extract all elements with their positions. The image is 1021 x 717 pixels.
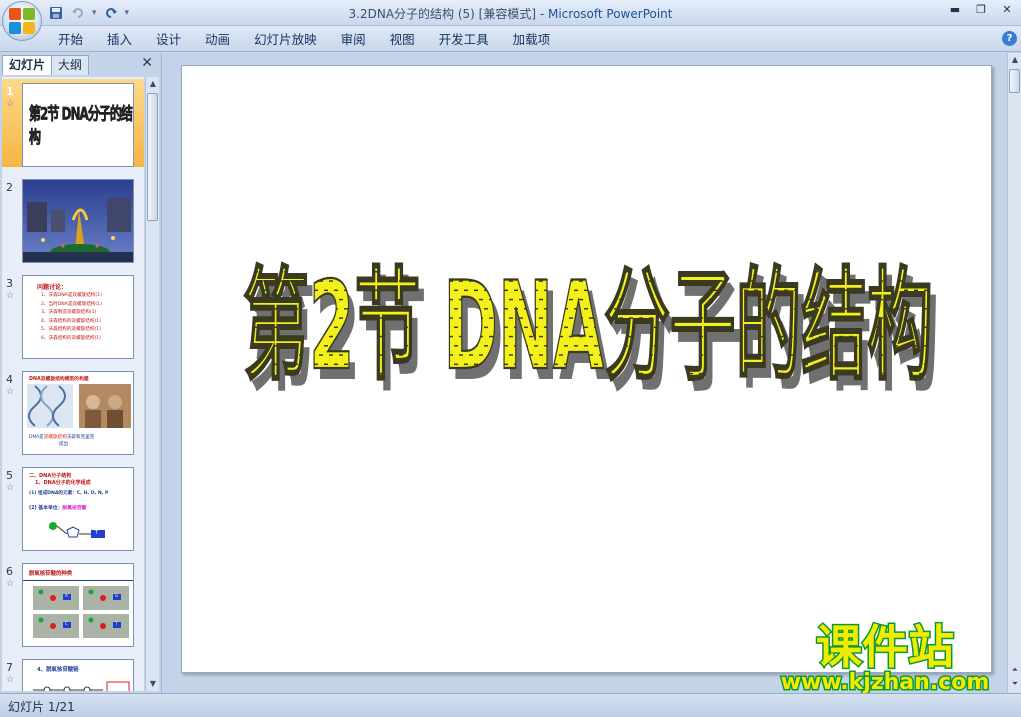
slide-editing-area: 第2节 DNA分子的结构 第2节 DNA分子的结构	[164, 53, 1007, 693]
city-night-photo	[23, 180, 133, 262]
slide-preview: 脱氧核苷酸的种类 A G C T	[22, 563, 134, 647]
slide-number: 2	[6, 181, 13, 194]
animation-star-icon: ☆	[6, 675, 15, 685]
thumb-line: 4、沃森结构的双螺旋结构(1)	[41, 318, 101, 324]
animation-star-icon: ☆	[6, 579, 15, 589]
thumb-line: 6、沃森结构的双螺旋结构(1)	[41, 335, 101, 341]
slide-number: 6	[6, 565, 13, 578]
slide-preview: 第2节 DNA分子的结构	[22, 83, 134, 167]
ribbon-tab[interactable]: 动画	[193, 31, 242, 49]
ribbon-tab[interactable]: 幻灯片放映	[242, 31, 329, 49]
slide-canvas: 第2节 DNA分子的结构 第2节 DNA分子的结构	[242, 255, 939, 409]
thumbnails-scrollbar[interactable]: ▲ ▼	[145, 77, 159, 691]
nucleotide-diagram	[49, 522, 105, 538]
scroll-thumb[interactable]	[147, 93, 158, 221]
previous-slide-icon[interactable]: ⏶	[1008, 663, 1021, 677]
ribbon-tab[interactable]: 设计	[144, 31, 193, 49]
scroll-up-icon[interactable]: ▲	[146, 77, 160, 91]
thumb-caption-highlight: 双螺旋结构	[43, 435, 67, 440]
tab-outline[interactable]: 大纲	[51, 55, 90, 75]
animation-star-icon: ☆	[6, 387, 15, 397]
ribbon-tab[interactable]: 加载项	[501, 31, 563, 49]
slide-counter: 幻灯片 1/21	[8, 700, 75, 714]
thumbnail-slide-1[interactable]: 1 ☆ 第2节 DNA分子的结构	[2, 79, 144, 167]
thumbnail-slide-6[interactable]: 6 ☆ 脱氧核苷酸的种类 A G C T	[2, 559, 144, 647]
animation-star-icon: ☆	[6, 291, 15, 301]
slide-preview: 4、脱氧核苷酸链	[22, 659, 134, 691]
thumbnail-slide-3[interactable]: 3 ☆ 问题讨论： 1、沃森DNA是双螺旋结构(1) 2、当时DNA是双螺旋结构…	[2, 271, 144, 359]
animation-star-icon: ☆	[6, 483, 15, 493]
nucleotide-chain-diagram	[33, 681, 130, 691]
ribbon-tabs-bar: 开始 插入 设计 动画 幻灯片放映 审阅 视图 开发工具 加载项 ?	[0, 26, 1021, 52]
office-logo-icon	[9, 8, 35, 34]
thumb-caption: DNA是	[29, 435, 44, 440]
slide-number: 4	[6, 373, 13, 386]
thumb-line: 1、沃森DNA是双螺旋结构(1)	[41, 293, 102, 298]
slide-number: 5	[6, 469, 13, 482]
restore-icon[interactable]: ❐	[973, 3, 989, 17]
ribbon-tab[interactable]: 审阅	[329, 31, 378, 49]
thumb-box-label: T	[95, 530, 99, 536]
thumbnail-slide-2[interactable]: 2	[2, 175, 144, 263]
ribbon-tabs: 开始 插入 设计 动画 幻灯片放映 审阅 视图 开发工具 加载项	[46, 31, 562, 49]
title-bar: ▾ ▾ 3.2DNA分子的结构 (5) [兼容模式] - Microsoft P…	[0, 0, 1021, 26]
animation-star-icon: ☆	[6, 99, 15, 109]
slide-preview	[22, 179, 134, 263]
base-label: G	[115, 593, 119, 598]
close-icon[interactable]: ✕	[999, 3, 1015, 17]
minimize-icon[interactable]: ▬	[947, 3, 963, 17]
base-label: T	[115, 621, 118, 626]
watermark-logo: 课件站 www.kjzhan.com	[765, 617, 1005, 697]
ribbon-tab[interactable]: 开发工具	[427, 31, 501, 49]
help-icon[interactable]: ?	[1002, 31, 1017, 46]
slide-title[interactable]: 第2节 DNA分子的结构	[242, 255, 933, 398]
scroll-down-icon[interactable]: ▼	[146, 677, 160, 691]
next-slide-icon[interactable]: ⏷	[1008, 677, 1021, 691]
status-bar: 幻灯片 1/21	[0, 693, 1021, 717]
slide-nav-arrows: ⏶ ⏷	[1008, 663, 1021, 691]
thumb-title: 第2节 DNA分子的结构	[29, 104, 133, 148]
thumb-line: 2、当时DNA是双螺旋结构(1)	[41, 301, 102, 307]
scroll-thumb[interactable]	[1009, 69, 1020, 93]
slide-preview: DNA双螺旋结构模型的构建 DNA是双螺旋结构沃森和克里克 提出	[22, 371, 134, 455]
slide-preview: 问题讨论： 1、沃森DNA是双螺旋结构(1) 2、当时DNA是双螺旋结构(1) …	[22, 275, 134, 359]
current-slide[interactable]: 第2节 DNA分子的结构 第2节 DNA分子的结构	[181, 65, 992, 673]
thumb-caption: 提出	[59, 442, 69, 447]
thumbnail-slide-5[interactable]: 5 ☆ 二、DNA分子结构 1、DNA分子的化学组成 (1) 组成DNA的元素：…	[2, 463, 144, 551]
ribbon-tab[interactable]: 视图	[378, 31, 427, 49]
app-name: Microsoft PowerPoint	[547, 7, 673, 21]
slide-thumbnails: 1 ☆ 第2节 DNA分子的结构 2 3 ☆ 问题讨论： 1、沃森DNA是双螺旋…	[2, 77, 144, 691]
thumb-line: 5、沃森结构的双螺旋结构(1)	[41, 327, 101, 332]
base-label: C	[65, 621, 68, 626]
slide-scrollbar[interactable]: ▲ ⏶ ⏷	[1007, 53, 1021, 693]
document-title: 3.2DNA分子的结构 (5) [兼容模式] -	[348, 7, 548, 21]
thumb-caption: 沃森和克里克	[66, 435, 95, 440]
slide-number: 3	[6, 277, 13, 290]
window-controls: ▬ ❐ ✕	[947, 3, 1015, 17]
tab-slides[interactable]: 幻灯片	[2, 55, 53, 75]
scroll-up-icon[interactable]: ▲	[1008, 53, 1021, 67]
slide-number: 7	[6, 661, 13, 674]
slides-pane: 幻灯片 大纲 ✕ 1 ☆ 第2节 DNA分子的结构 2 3 ☆ 问题讨论： 1、…	[0, 53, 162, 693]
thumbnail-slide-7[interactable]: 7 ☆ 4、脱氧核苷酸链	[2, 655, 144, 691]
slide-preview: 二、DNA分子结构 1、DNA分子的化学组成 (1) 组成DNA的元素：C, H…	[22, 467, 134, 551]
ribbon-tab[interactable]: 插入	[95, 31, 144, 49]
ribbon-tab[interactable]: 开始	[46, 31, 95, 49]
thumbnail-slide-4[interactable]: 4 ☆ DNA双螺旋结构模型的构建 DNA是双螺旋结构沃森和克里克 提出	[2, 367, 144, 455]
thumb-line: 3、沃森制造双螺旋结构(1)	[41, 310, 97, 315]
slide-number: 1	[6, 85, 14, 98]
office-button[interactable]	[2, 1, 42, 41]
base-label: A	[65, 593, 68, 598]
close-pane-icon[interactable]: ✕	[141, 55, 153, 71]
pane-tabs: 幻灯片 大纲	[2, 55, 90, 75]
watermark-url: www.kjzhan.com	[781, 670, 990, 693]
watermark-text: 课件站	[816, 620, 954, 674]
window-title: 3.2DNA分子的结构 (5) [兼容模式] - Microsoft Power…	[0, 5, 1021, 22]
thumb-title: 问题讨论：	[37, 284, 68, 291]
nucleotide-types-diagram	[33, 586, 129, 638]
